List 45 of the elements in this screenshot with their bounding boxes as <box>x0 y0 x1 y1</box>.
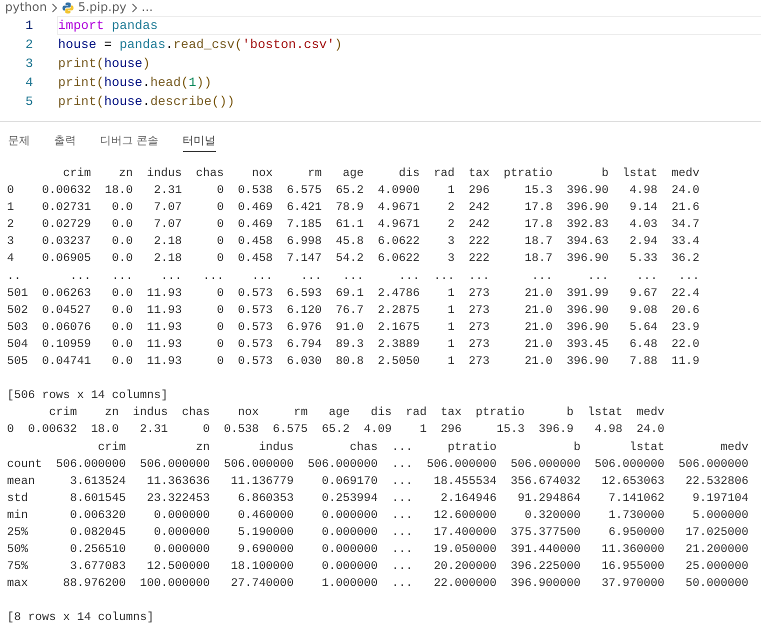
terminal-line: 3 0.03237 0.0 2.18 0 0.458 6.998 45.8 6.0622 3 222 18.7 394.63 2.94 33.4 <box>7 233 700 250</box>
panel-tab[interactable]: 터미널 <box>182 128 216 152</box>
panel-tab[interactable]: 디버그 콘솔 <box>100 128 158 152</box>
chevron-icon <box>50 2 58 12</box>
terminal-line: count 506.000000 506.000000 506.000000 506.000000 ... 506.000000 506.000000 506.000000 506.000000 <box>7 456 748 473</box>
chevron-icon <box>130 2 138 12</box>
terminal-line: crim zn indus chas ... ptratio b lstat medv <box>96 438 748 456</box>
terminal-line: 502 0.04527 0.0 11.93 0 0.573 6.120 76.7 2.2875 1 273 21.0 396.90 9.08 20.6 <box>7 302 700 319</box>
terminal-line: [8 rows x 14 columns] <box>7 609 154 626</box>
terminal-line: max 88.976200 100.000000 27.740000 1.000000 ... 22.000000 396.900000 37.970000 50.000000 <box>7 575 748 592</box>
terminal-line: std 8.601545 23.322453 6.860353 0.253994 ... 2.164946 91.294864 7.141062 9.197104 <box>7 490 748 507</box>
line-number: 3 <box>24 56 33 71</box>
terminal-line: 2 0.02729 0.0 7.07 0 0.469 7.185 61.1 4.9671 2 242 17.8 392.83 4.03 34.7 <box>7 216 700 234</box>
python-file-icon <box>62 2 74 14</box>
terminal-line: 503 0.06076 0.0 11.93 0 0.573 6.976 91.0 2.1675 1 273 21.0 396.90 5.64 23.9 <box>7 318 700 336</box>
code-line: print(house.head(1)) <box>57 74 213 92</box>
breadcrumb-item[interactable]: ... <box>142 0 153 15</box>
terminal-line: 0 0.00632 18.0 2.31 0 0.538 6.575 65.2 4.09 1 296 15.3 396.9 4.98 24.0 <box>7 421 665 438</box>
panel-tab[interactable]: 출력 <box>54 128 76 152</box>
line-number: 2 <box>24 37 33 52</box>
terminal-line: .. ... ... ... ... ... ... ... ... ... ... ... ... ... ... <box>7 268 700 285</box>
terminal-line: mean 3.613524 11.363636 11.136779 0.069170 ... 18.455534 356.674032 12.653063 22.532806 <box>7 472 748 490</box>
breadcrumb-item[interactable]: 5.pip.py <box>78 0 127 15</box>
terminal-line: min 0.006320 0.000000 0.460000 0.000000 ... 12.600000 0.320000 1.730000 5.000000 <box>7 506 748 524</box>
line-number: 5 <box>24 94 33 109</box>
terminal-line: 50% 0.256510 0.000000 9.690000 0.000000 ... 19.050000 391.440000 11.360000 21.200000 <box>7 541 748 558</box>
terminal-line: crim zn indus chas nox rm age dis rad tax ptratio b lstat medv <box>62 165 700 182</box>
panel-tab[interactable]: 문제 <box>8 128 30 152</box>
terminal-line: 504 0.10959 0.0 11.93 0 0.573 6.794 89.3 2.3889 1 273 21.0 393.45 6.48 22.0 <box>7 336 700 353</box>
breadcrumb-item[interactable]: python <box>5 0 47 15</box>
terminal-line: crim zn indus chas nox rm age dis rad tax ptratio b lstat medv <box>48 404 665 422</box>
line-number: 1 <box>24 18 33 33</box>
terminal-line: 75% 3.677083 12.500000 18.100000 0.000000 ... 20.200000 396.225000 16.955000 25.000000 <box>7 558 748 576</box>
code-line: print(house) <box>57 55 152 73</box>
code-line: house = pandas.read_csv('boston.csv') <box>57 36 344 54</box>
terminal-line: 25% 0.082045 0.000000 5.190000 0.000000 ... 17.400000 375.377500 6.950000 17.025000 <box>7 524 748 541</box>
terminal-line: 505 0.04741 0.0 11.93 0 0.573 6.030 80.8 2.5050 1 273 21.0 396.90 7.88 11.9 <box>7 353 700 370</box>
line-number: 4 <box>24 75 33 90</box>
terminal-line: 501 0.06263 0.0 11.93 0 0.573 6.593 69.1 2.4786 1 273 21.0 391.99 9.67 22.4 <box>7 284 700 302</box>
terminal-line: [506 rows x 14 columns] <box>7 387 168 404</box>
terminal-line: 1 0.02731 0.0 7.07 0 0.469 6.421 78.9 4.9671 2 242 17.8 396.90 9.14 21.6 <box>7 199 700 216</box>
terminal-line: 0 0.00632 18.0 2.31 0 0.538 6.575 65.2 4.0900 1 296 15.3 396.90 4.98 24.0 <box>7 182 700 200</box>
terminal-line: 4 0.06905 0.0 2.18 0 0.458 7.147 54.2 6.0622 3 222 18.7 396.90 5.33 36.2 <box>7 250 700 268</box>
code-line: print(house.describe()) <box>57 93 236 111</box>
code-line: import pandas <box>57 16 761 35</box>
